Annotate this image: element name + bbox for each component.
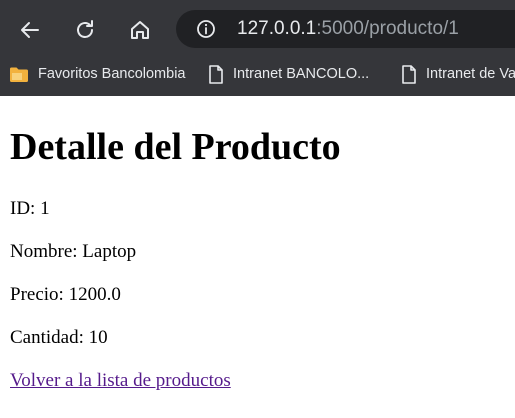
folder-icon xyxy=(9,66,29,83)
back-to-list-link[interactable]: Volver a la lista de productos xyxy=(10,370,231,391)
home-icon xyxy=(131,21,149,39)
browser-toolbar: 127.0.0.1:5000/producto/1 xyxy=(0,0,515,58)
reload-icon xyxy=(77,20,93,38)
home-button[interactable] xyxy=(123,13,157,47)
bookmarks-bar: Favoritos Bancolombia Intranet BANCOLO..… xyxy=(0,58,515,96)
field-value: Laptop xyxy=(82,241,137,262)
field-id: ID: 1 xyxy=(10,198,50,220)
field-value: 10 xyxy=(88,327,108,348)
page-viewport: Detalle del Producto ID: 1 Nombre: Lapto… xyxy=(0,96,515,418)
back-button[interactable] xyxy=(13,13,47,47)
field-value: 1 xyxy=(40,198,50,219)
field-label: Precio: xyxy=(10,284,64,305)
bookmark-label: Intranet BANCOLO... xyxy=(233,66,370,82)
address-bar[interactable]: 127.0.0.1:5000/producto/1 xyxy=(176,10,515,48)
page-title: Detalle del Producto xyxy=(10,126,341,168)
url-path: :5000/producto/1 xyxy=(316,18,459,39)
arrow-left-icon xyxy=(21,22,39,38)
url-host: 127.0.0.1 xyxy=(237,18,317,39)
bookmark-label: Favoritos Bancolombia xyxy=(38,66,186,82)
field-label: ID: xyxy=(10,198,36,219)
url-text[interactable]: 127.0.0.1:5000/producto/1 xyxy=(237,18,459,40)
reload-button[interactable] xyxy=(68,13,102,47)
bookmark-favoritos-bancolombia[interactable]: Favoritos Bancolombia xyxy=(9,58,186,90)
bookmark-intranet-bancolombia[interactable]: Intranet BANCOLO... xyxy=(208,58,369,90)
field-precio: Precio: 1200.0 xyxy=(10,284,121,306)
bookmark-label: Intranet de Va xyxy=(426,66,515,82)
field-label: Nombre: xyxy=(10,241,78,262)
field-cantidad: Cantidad: 10 xyxy=(10,327,108,349)
page-icon xyxy=(401,64,417,84)
page-icon xyxy=(208,64,224,84)
field-value: 1200.0 xyxy=(68,284,121,305)
bookmark-intranet-de-va[interactable]: Intranet de Va xyxy=(401,58,515,90)
back-link-row: Volver a la lista de productos xyxy=(10,370,231,392)
field-nombre: Nombre: Laptop xyxy=(10,241,136,263)
info-icon[interactable] xyxy=(196,19,216,39)
field-label: Cantidad: xyxy=(10,327,84,348)
